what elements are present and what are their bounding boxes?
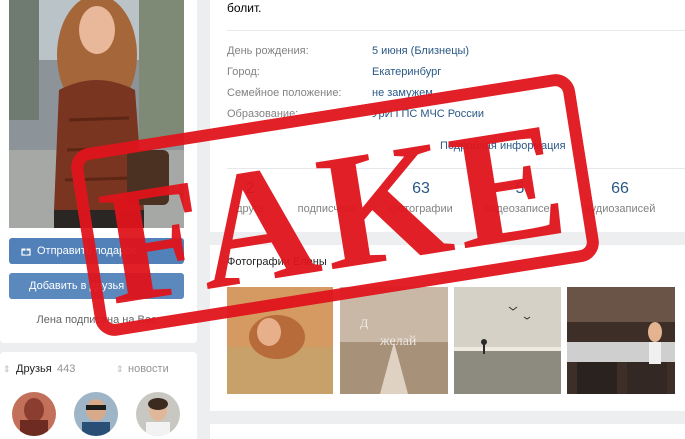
profile-counters: 2 друга подписчика 63 фотографии 5 видео…	[210, 180, 685, 224]
friend-avatar[interactable]	[12, 392, 56, 436]
profile-photo-card: Отправить подарок Добавить в друзья Лена…	[0, 0, 197, 343]
friends-title[interactable]: Друзья	[16, 363, 52, 375]
counter-label: подписчика	[297, 203, 357, 215]
friends-news-link[interactable]: ⇕ новости	[116, 363, 169, 375]
status-text: болит.	[227, 1, 262, 15]
friend-avatar[interactable]	[136, 392, 180, 436]
add-friend-label: Добавить в друзья	[29, 280, 125, 292]
add-friend-button[interactable]: Добавить в друзья	[9, 273, 184, 299]
friend-avatar[interactable]	[74, 392, 118, 436]
info-label: День рождения:	[227, 45, 309, 57]
svg-text:Д: Д	[360, 316, 368, 330]
svg-text:желай: желай	[379, 334, 417, 349]
drag-handle-icon: ⇕	[116, 364, 124, 374]
friends-header: ⇕ Друзья 443 ⇕ новости	[0, 363, 197, 377]
news-link-label: новости	[128, 363, 169, 375]
info-row-city: Город: Екатеринбург	[227, 66, 677, 80]
info-row-education: Образование: УрИ ГПС МЧС России	[227, 108, 677, 122]
counter-followers[interactable]: подписчика	[282, 180, 372, 215]
info-label: Город:	[227, 66, 260, 78]
counter-photos[interactable]: 63 фотографии	[376, 180, 466, 215]
friends-count: 443	[57, 363, 76, 375]
more-info-link[interactable]: Подробная информация	[440, 140, 566, 152]
photo-thumbnail[interactable]	[567, 287, 675, 394]
info-label: Образование:	[227, 108, 299, 120]
education-link[interactable]: УрИ ГПС МЧС России	[372, 108, 484, 120]
send-gift-label: Отправить подарок	[37, 245, 137, 257]
photos-title[interactable]: Фотографии Елены	[227, 256, 327, 268]
friends-card: ⇕ Друзья 443 ⇕ новости	[0, 352, 197, 439]
relationship-link[interactable]: не замужем	[372, 87, 433, 99]
profile-info-card: болит. День рождения: 5 июня (Близнецы) …	[210, 0, 685, 232]
counter-number	[282, 180, 372, 200]
counter-label: фотографии	[389, 203, 453, 215]
divider	[227, 30, 685, 31]
counter-label: видеозаписей	[484, 203, 556, 215]
send-gift-button[interactable]: Отправить подарок	[9, 238, 184, 264]
counter-number: 63	[412, 180, 430, 197]
counter-label: аудиозаписей	[584, 203, 656, 215]
drag-handle-icon[interactable]: ⇕	[3, 364, 11, 375]
profile-photo[interactable]	[9, 0, 184, 228]
divider	[227, 168, 685, 169]
subscribed-text: Лена подписана на Вас	[36, 314, 157, 326]
left-column: Отправить подарок Добавить в друзья Лена…	[0, 0, 197, 439]
gift-icon	[21, 248, 31, 256]
counter-videos[interactable]: 5 видеозаписей	[475, 180, 565, 215]
photo-thumbnail[interactable]: Джелай	[340, 287, 448, 394]
info-row-birthday: День рождения: 5 июня (Близнецы)	[227, 45, 677, 59]
info-label: Семейное положение:	[227, 87, 342, 99]
bottom-card	[210, 424, 685, 439]
counter-audio[interactable]: 66 аудиозаписей	[575, 180, 665, 215]
counter-number: 5	[515, 180, 525, 197]
city-link[interactable]: Екатеринбург	[372, 66, 441, 78]
birthday-link[interactable]: 5 июня (Близнецы)	[372, 45, 469, 57]
photo-thumbnail[interactable]	[454, 287, 561, 394]
photos-card: Фотографии Елены Джелай	[210, 245, 685, 411]
counter-number: 66	[611, 180, 629, 197]
info-row-relationship: Семейное положение: не замужем	[227, 87, 677, 101]
photo-thumbnail[interactable]	[227, 287, 333, 394]
